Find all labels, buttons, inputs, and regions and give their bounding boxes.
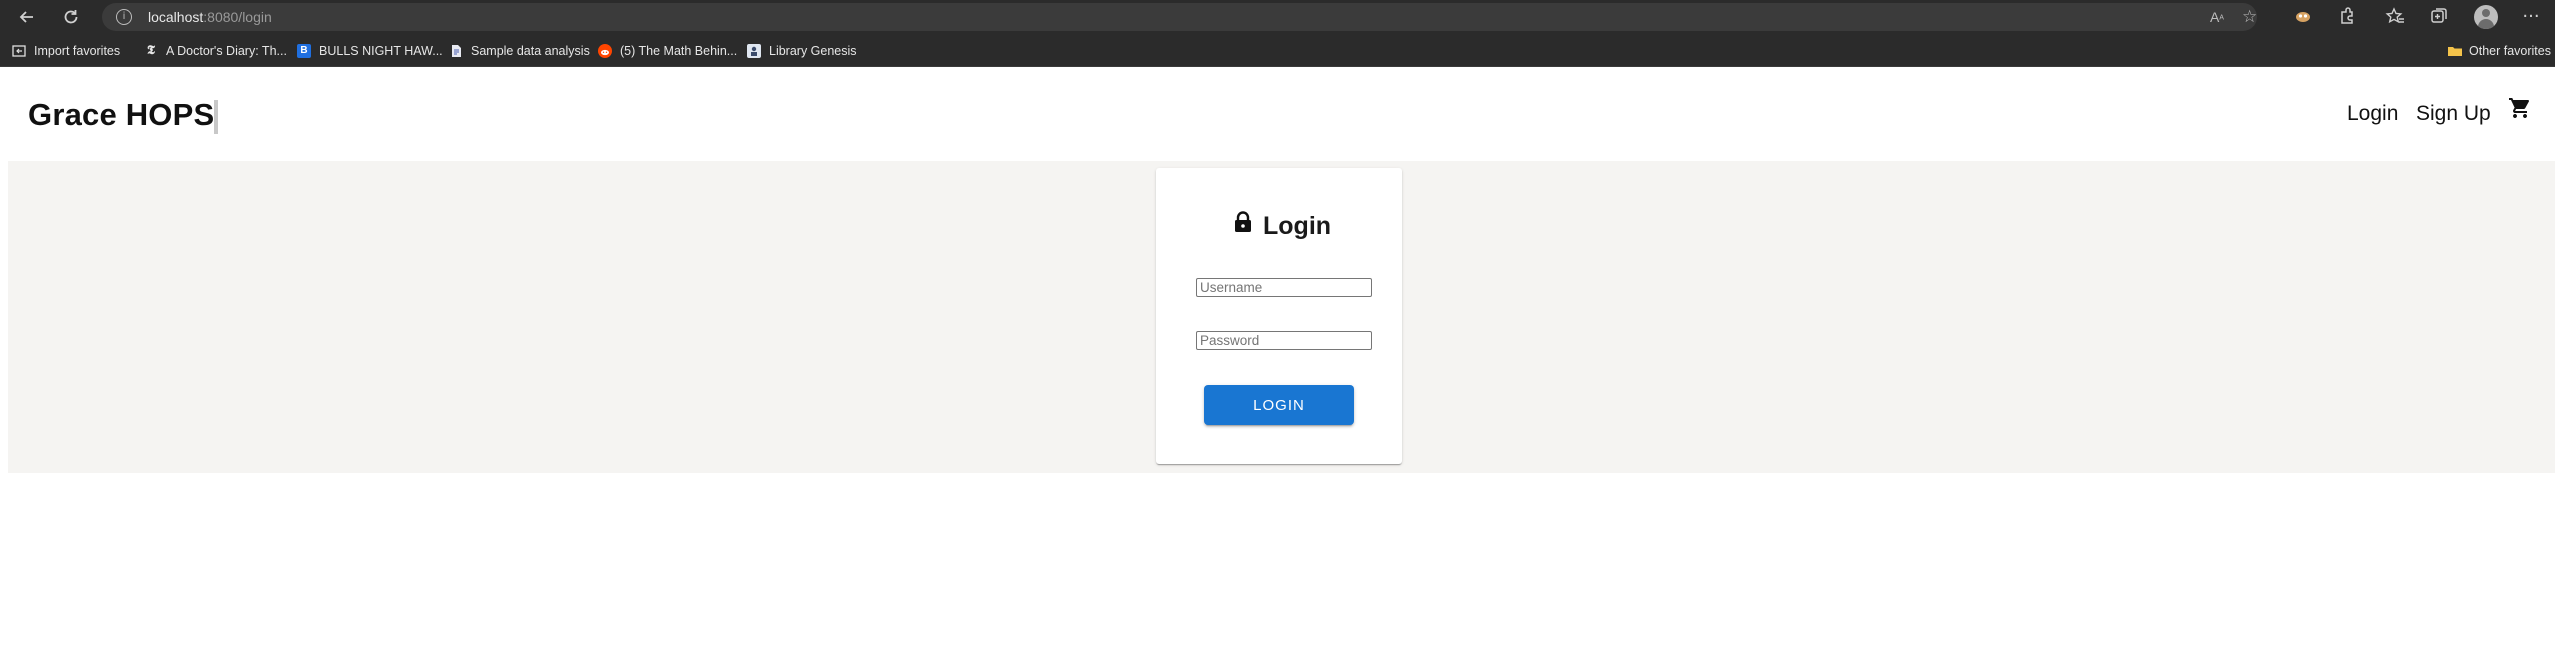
login-card: Login LOGIN [1156,168,1402,464]
add-favorite-icon[interactable]: ☆ [2242,8,2257,26]
bulls-icon: B [297,44,311,58]
bookmark-math-behind[interactable]: (5) The Math Behin... [598,42,737,60]
nyt-icon: 𝕿 [147,43,155,58]
bookmark-label: BULLS NIGHT HAW... [319,44,443,58]
read-aloud-icon[interactable]: Aᴬ [2210,8,2224,29]
bookmark-doctors-diary[interactable]: 𝕿 A Doctor's Diary: Th... [144,42,287,60]
bookmarks-bar: Import favorites 𝕿 A Doctor's Diary: Th.… [0,34,2555,67]
nav-login-link[interactable]: Login [2347,102,2398,126]
lock-icon [1233,211,1253,233]
doc-icon [449,44,463,58]
bookmark-import-favorites[interactable]: Import favorites [12,42,120,60]
reddit-icon [598,44,612,58]
extension-icon[interactable] [2292,6,2314,28]
bookmark-label: Library Genesis [769,44,857,58]
address-bar[interactable]: i localhost:8080/login Aᴬ ☆ [102,3,2257,31]
login-title: Login [1263,212,1332,240]
bookmark-label: (5) The Math Behin... [620,44,738,58]
folder-icon [2447,44,2462,58]
password-input[interactable] [1196,331,1372,350]
bookmark-label: Other favorites [2469,44,2551,58]
nav-signup-link[interactable]: Sign Up [2416,102,2491,126]
url-text[interactable]: localhost:8080/login [148,9,272,25]
refresh-icon[interactable] [60,6,82,28]
bookmark-bulls-night-hawks[interactable]: B BULLS NIGHT HAW... [297,42,443,60]
site-info-icon[interactable]: i [116,9,132,25]
back-icon[interactable] [16,6,38,28]
favorites-icon[interactable] [2384,6,2406,28]
brand-divider [214,100,218,134]
login-button[interactable]: LOGIN [1204,385,1354,425]
bookmark-label: A Doctor's Diary: Th... [166,44,287,58]
username-input[interactable] [1196,278,1372,297]
bookmark-other-favorites[interactable]: Other favorites [2447,42,2551,60]
brand-logo[interactable]: Grace HOPS [28,97,214,133]
import-icon [12,44,26,58]
collections-icon[interactable] [2428,6,2450,28]
app-header: Grace HOPS Login Sign Up [0,67,2555,161]
bookmark-label: Sample data analysis [471,44,590,58]
bookmark-label: Import favorites [34,44,121,58]
libgen-icon [747,44,761,58]
bookmark-sample-data-analysis[interactable]: Sample data analysis [449,42,590,60]
more-icon[interactable]: ··· [2520,6,2542,28]
bookmark-library-genesis[interactable]: Library Genesis [747,42,857,60]
extensions-icon[interactable] [2336,6,2358,28]
profile-icon[interactable] [2474,5,2498,29]
browser-toolbar: i localhost:8080/login Aᴬ ☆ ··· [0,0,2555,34]
cart-icon[interactable] [2508,96,2532,120]
